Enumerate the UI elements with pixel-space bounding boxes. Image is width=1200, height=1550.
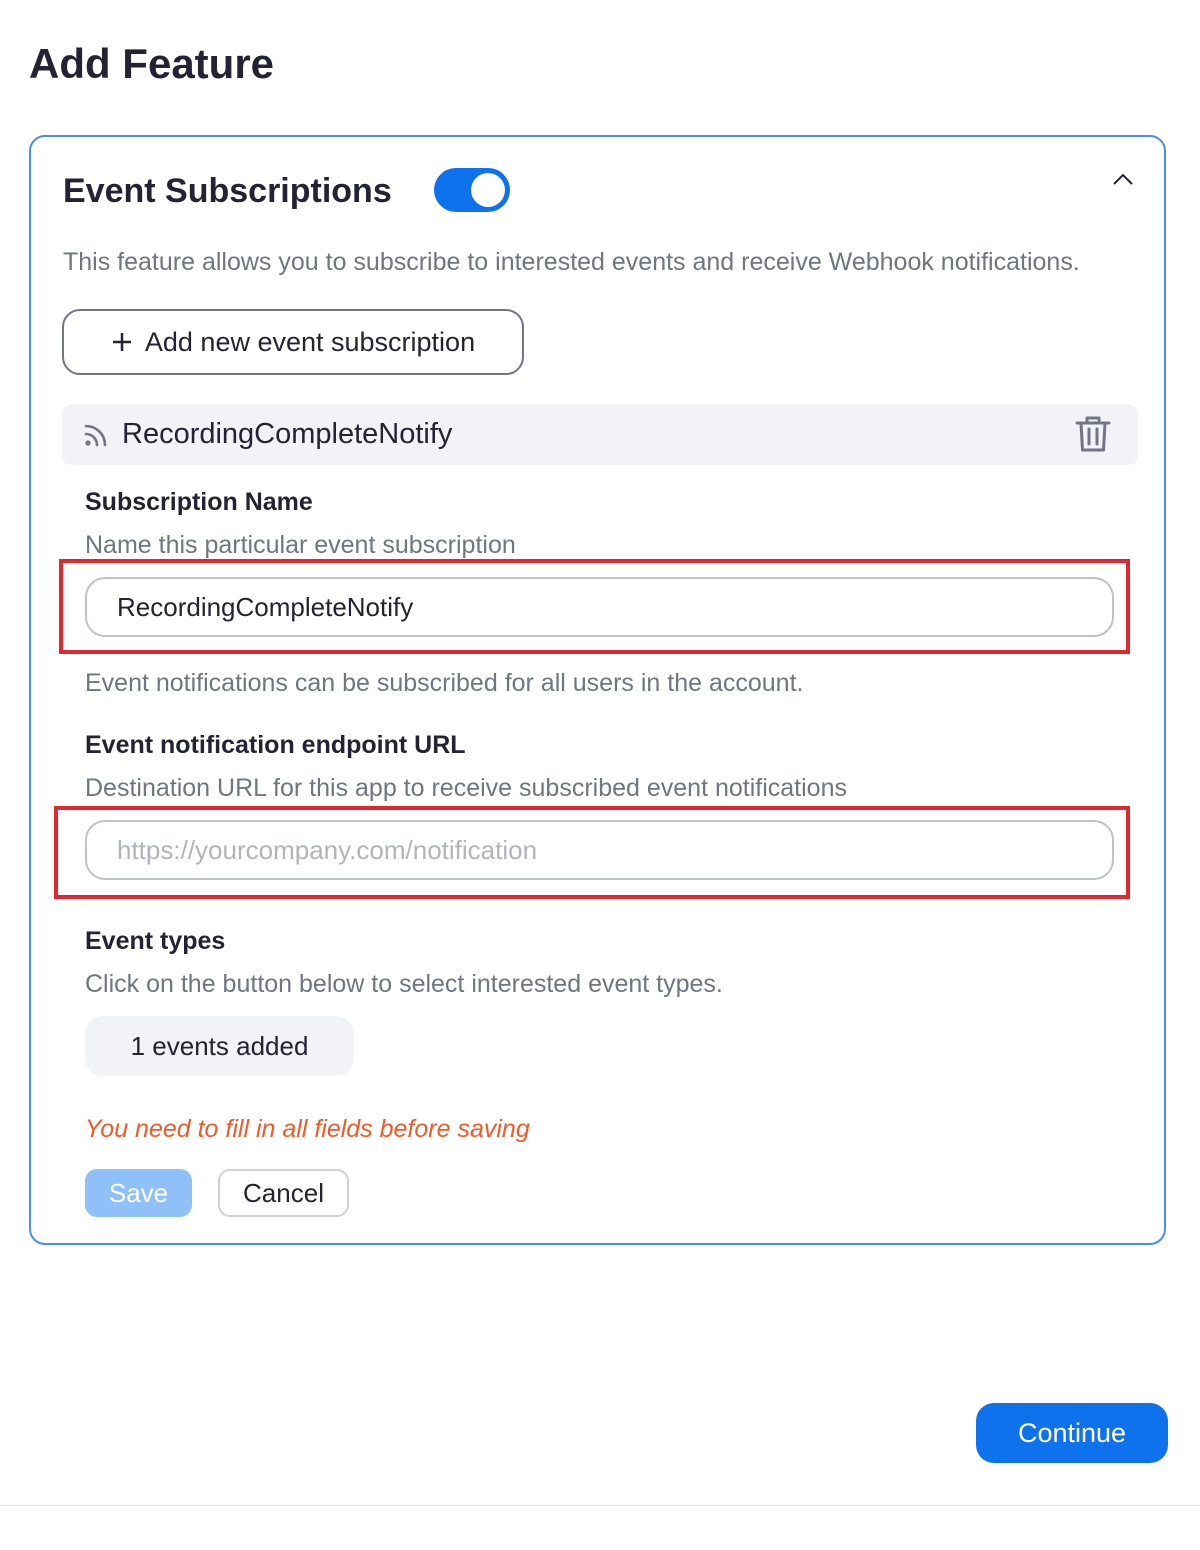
add-event-subscription-button[interactable]: Add new event subscription xyxy=(62,309,524,375)
cancel-button[interactable]: Cancel xyxy=(218,1169,349,1217)
continue-button[interactable]: Continue xyxy=(976,1403,1168,1463)
feature-toggle[interactable] xyxy=(434,168,510,212)
validation-error: You need to fill in all fields before sa… xyxy=(85,1115,530,1143)
subscription-name-input[interactable] xyxy=(85,577,1114,637)
scope-note: Event notifications can be subscribed fo… xyxy=(85,669,804,697)
add-button-label: Add new event subscription xyxy=(144,326,476,357)
page-title: Add Feature xyxy=(29,40,275,87)
feature-description: This feature allows you to subscribe to … xyxy=(63,248,1080,276)
event-types-help: Click on the button below to select inte… xyxy=(85,970,723,998)
endpoint-url-label: Event notification endpoint URL xyxy=(85,731,466,759)
toggle-knob xyxy=(471,173,505,207)
event-types-label: Event types xyxy=(85,927,226,955)
plus-icon xyxy=(112,333,131,351)
endpoint-url-input[interactable] xyxy=(85,820,1114,880)
save-button[interactable]: Save xyxy=(85,1169,192,1217)
subscription-name-label: Subscription Name xyxy=(85,488,313,516)
footer-divider xyxy=(0,1505,1200,1506)
event-subscriptions-card: Event Subscriptions This feature allows … xyxy=(29,135,1166,1245)
rss-icon xyxy=(84,424,107,447)
trash-icon[interactable] xyxy=(1072,413,1114,455)
events-added-button[interactable]: 1 events added xyxy=(85,1016,354,1076)
subscription-name-help: Name this particular event subscription xyxy=(85,531,516,559)
subscription-header: RecordingCompleteNotify xyxy=(62,404,1138,465)
feature-title: Event Subscriptions xyxy=(63,172,392,210)
chevron-up-icon[interactable] xyxy=(1111,171,1135,187)
subscription-header-title: RecordingCompleteNotify xyxy=(122,418,453,450)
endpoint-url-help: Destination URL for this app to receive … xyxy=(85,774,847,802)
